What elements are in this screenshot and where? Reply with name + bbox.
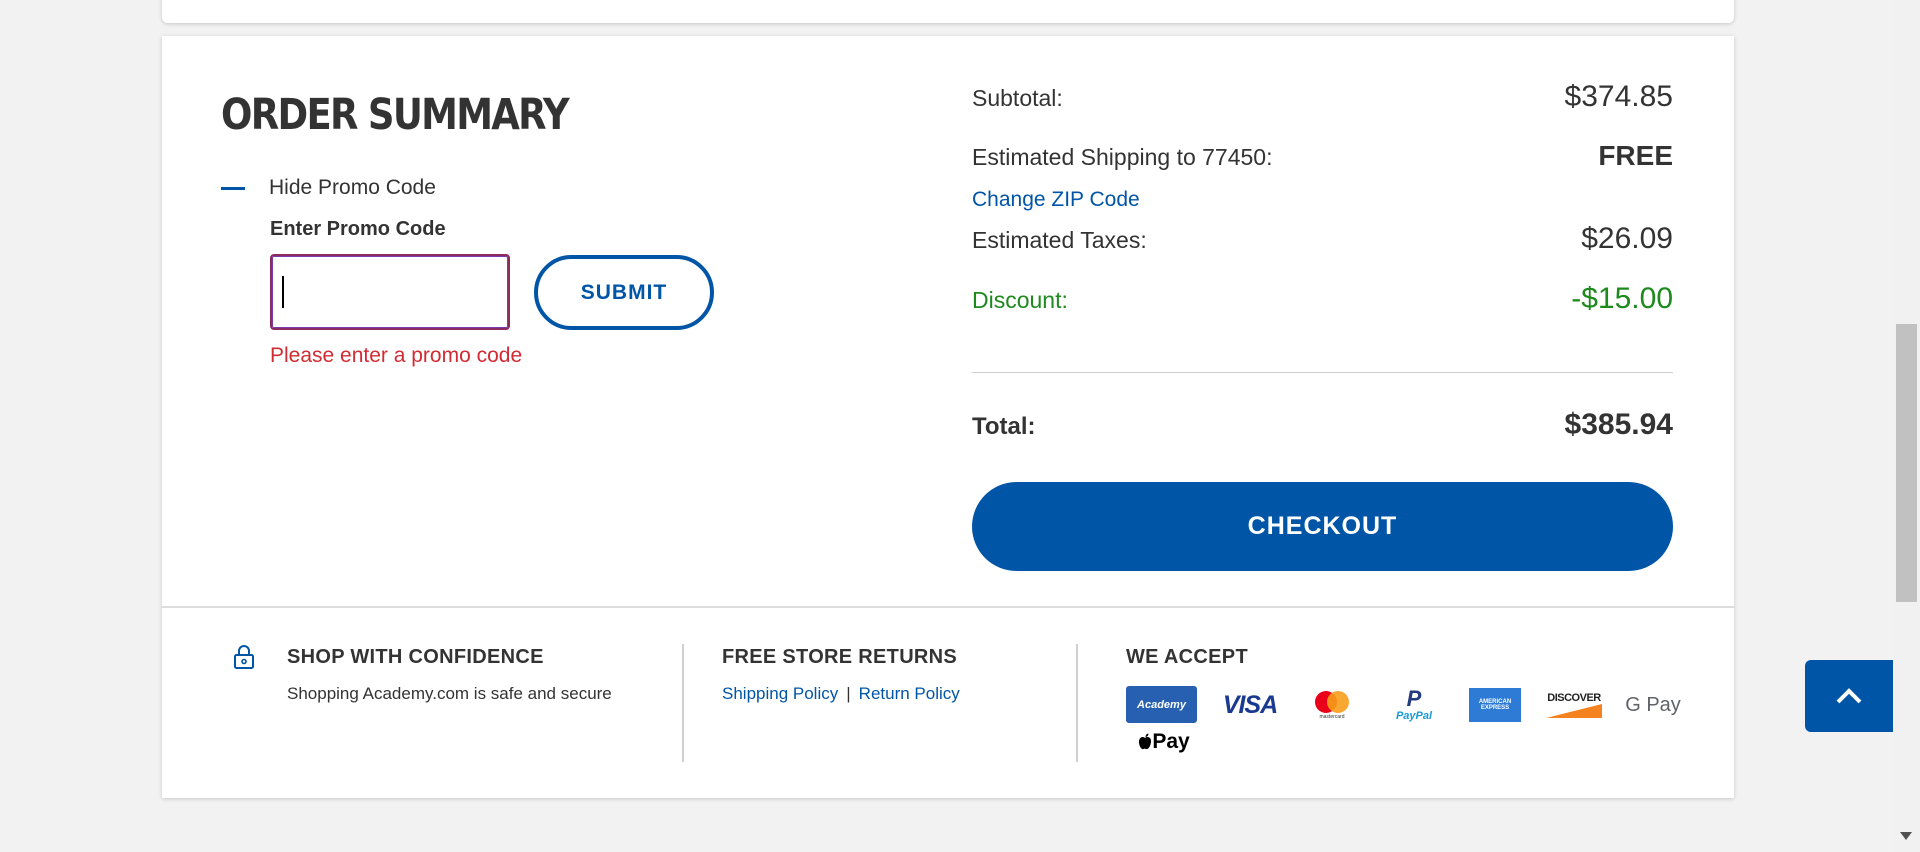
previous-section-card <box>162 0 1734 23</box>
back-to-top-button[interactable] <box>1805 660 1893 732</box>
amex-logo-text: AMERICAN EXPRESS <box>1478 699 1512 711</box>
shipping-value: FREE <box>1598 140 1673 171</box>
minus-icon <box>221 186 245 190</box>
order-summary-card: ORDER SUMMARY Hide Promo Code Enter Prom… <box>162 36 1734 798</box>
paypal-logo: P PayPal <box>1395 686 1433 723</box>
hide-promo-toggle[interactable]: Hide Promo Code <box>221 176 436 200</box>
apple-pay-logo-text: Pay <box>1152 730 1190 753</box>
returns-heading: FREE STORE RETURNS <box>722 646 958 668</box>
text-cursor <box>282 276 284 308</box>
discount-row: Discount: -$15.00 <box>972 282 1673 316</box>
change-zip-link[interactable]: Change ZIP Code <box>972 188 1140 212</box>
discount-value: -$15.00 <box>1571 282 1673 315</box>
policy-links: Shipping Policy | Return Policy <box>722 684 960 704</box>
confidence-heading: SHOP WITH CONFIDENCE <box>287 646 544 668</box>
academy-card-logo: Academy <box>1126 686 1197 723</box>
google-pay-logo-text: G Pay <box>1625 693 1681 716</box>
total-value: $385.94 <box>1564 408 1673 441</box>
footer-separator <box>682 644 684 762</box>
apple-pay-logo: Pay <box>1134 728 1194 756</box>
accept-heading: WE ACCEPT <box>1126 646 1248 668</box>
subtotal-row: Subtotal: $374.85 <box>972 80 1673 114</box>
taxes-row: Estimated Taxes: $26.09 <box>972 222 1673 256</box>
checkout-button[interactable]: CHECKOUT <box>972 482 1673 571</box>
order-summary-title: ORDER SUMMARY <box>221 90 570 140</box>
promo-error-message: Please enter a promo code <box>270 344 523 367</box>
promo-code-label: Enter Promo Code <box>270 218 446 240</box>
discount-label: Discount: <box>972 287 1068 313</box>
discover-logo-text: DISCOVER <box>1547 692 1601 704</box>
subtotal-value: $374.85 <box>1564 80 1673 113</box>
chevron-up-icon <box>1836 688 1862 704</box>
page-scrollbar[interactable] <box>1893 0 1920 852</box>
paypal-logo-text: PayPal <box>1395 710 1433 722</box>
hide-promo-label: Hide Promo Code <box>269 176 436 199</box>
amex-logo: AMERICAN EXPRESS <box>1469 688 1521 722</box>
footer-divider <box>162 606 1734 608</box>
subtotal-label: Subtotal: <box>972 85 1063 111</box>
mastercard-logo-text: mastercard <box>1319 714 1345 720</box>
shipping-label: Estimated Shipping to 77450: <box>972 144 1273 170</box>
confidence-text: Shopping Academy.com is safe and secure <box>287 684 612 703</box>
total-label: Total: <box>972 413 1036 440</box>
submit-promo-button[interactable]: SUBMIT <box>534 255 714 330</box>
taxes-value: $26.09 <box>1581 222 1673 255</box>
policy-separator: | <box>846 684 851 703</box>
mastercard-logo: mastercard <box>1302 688 1362 722</box>
shipping-row: Estimated Shipping to 77450: FREE <box>972 140 1673 172</box>
visa-logo: VISA <box>1218 688 1282 722</box>
totals-divider <box>972 372 1673 373</box>
promo-code-input[interactable] <box>270 254 510 330</box>
scroll-down-arrow-icon[interactable] <box>1900 832 1912 840</box>
footer-separator <box>1076 644 1078 762</box>
academy-logo-text: Academy <box>1137 698 1186 711</box>
google-pay-logo: G Pay <box>1623 690 1683 720</box>
taxes-label: Estimated Taxes: <box>972 227 1147 253</box>
apple-icon <box>1139 733 1152 750</box>
lock-icon <box>233 644 255 675</box>
return-policy-link[interactable]: Return Policy <box>859 684 960 703</box>
scrollbar-thumb[interactable] <box>1896 324 1917 602</box>
total-row: Total: $385.94 <box>972 408 1673 442</box>
visa-logo-text: VISA <box>1222 690 1278 719</box>
discover-logo: DISCOVER <box>1544 688 1604 722</box>
shipping-policy-link[interactable]: Shipping Policy <box>722 684 838 703</box>
